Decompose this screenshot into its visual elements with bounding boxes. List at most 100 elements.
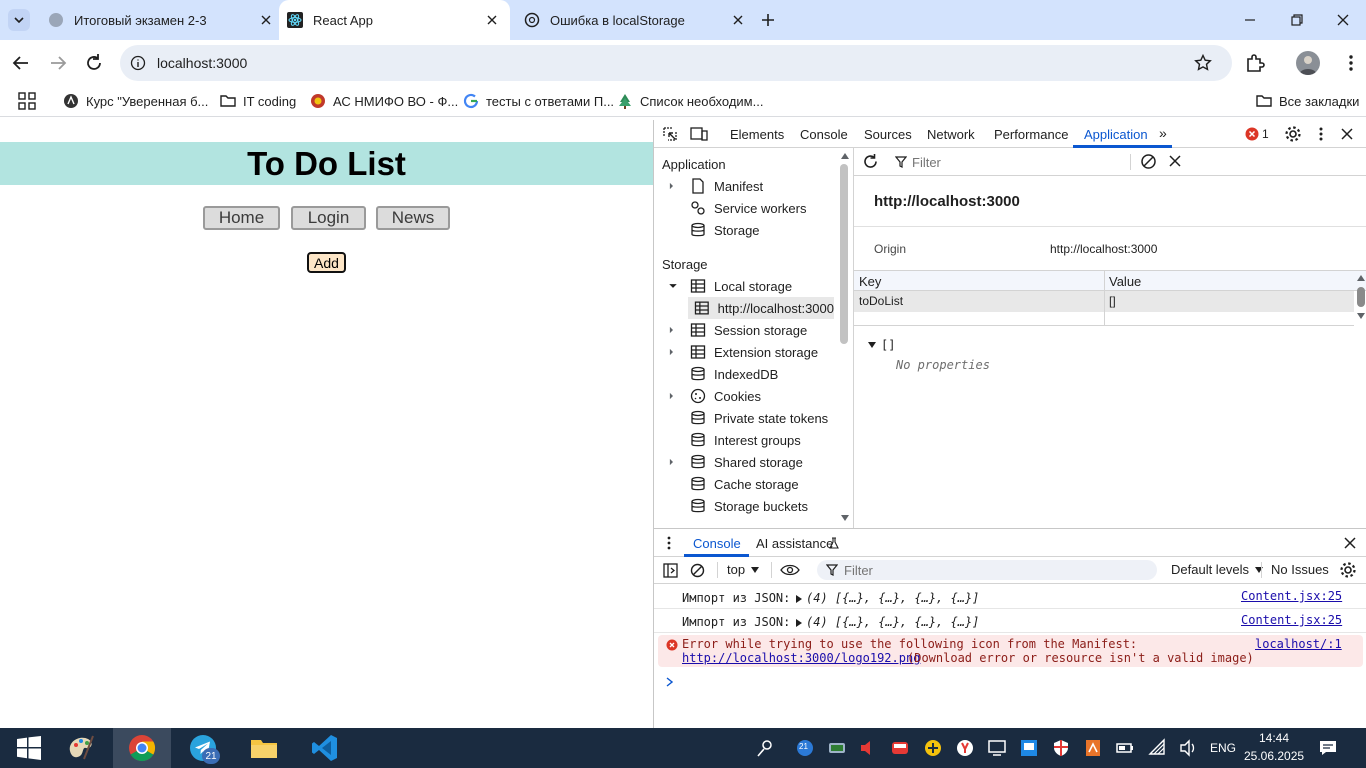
- scroll-up-icon[interactable]: [1357, 275, 1365, 281]
- new-tab-button[interactable]: [758, 10, 778, 30]
- message-source-link[interactable]: Content.jsx:25: [1241, 589, 1342, 603]
- scroll-up-icon[interactable]: [841, 153, 849, 159]
- table-scrollbar[interactable]: [1355, 273, 1366, 325]
- tree-service-workers[interactable]: Service workers: [690, 197, 806, 219]
- drawer-tab-console[interactable]: Console: [693, 536, 741, 551]
- bookmark-list[interactable]: Список необходим...: [617, 92, 763, 110]
- clear-all-icon[interactable]: [1140, 153, 1157, 170]
- all-bookmarks[interactable]: Все закладки: [1256, 92, 1359, 110]
- tree-session-storage[interactable]: Session storage: [668, 319, 807, 341]
- expand-arrow-icon[interactable]: [668, 454, 678, 470]
- network-tray-icon[interactable]: [827, 738, 847, 758]
- tree-extension-storage[interactable]: Extension storage: [668, 341, 818, 363]
- bookmark-course[interactable]: Курс "Уверенная б...: [63, 92, 208, 110]
- battery-icon[interactable]: [1115, 738, 1135, 758]
- display-app-icon[interactable]: [1019, 738, 1039, 758]
- clear-console-icon[interactable]: [690, 563, 705, 578]
- tree-cookies[interactable]: Cookies: [668, 385, 761, 407]
- settings-gear-icon[interactable]: [1284, 125, 1302, 143]
- expand-arrow-icon[interactable]: [668, 388, 678, 404]
- device-toolbar-icon[interactable]: [690, 126, 708, 142]
- volume-icon[interactable]: [1178, 738, 1198, 758]
- collapse-arrow-icon[interactable]: [668, 278, 678, 294]
- console-settings-icon[interactable]: [1339, 561, 1357, 579]
- news-button[interactable]: News: [376, 206, 450, 230]
- console-filter-input[interactable]: [844, 561, 1144, 579]
- expand-arrow-icon[interactable]: [668, 344, 678, 360]
- audio-app-icon[interactable]: [857, 738, 877, 758]
- close-devtools-icon[interactable]: [1340, 127, 1354, 141]
- error-source-link[interactable]: localhost/:1: [1255, 637, 1342, 651]
- storage-filter-input[interactable]: [912, 153, 1122, 171]
- error-count[interactable]: 1: [1262, 127, 1269, 141]
- reload-button[interactable]: [83, 52, 105, 74]
- inspect-element-icon[interactable]: [662, 126, 678, 142]
- browser-menu-button[interactable]: [1340, 52, 1362, 74]
- sidebar-scrollbar[interactable]: [840, 164, 848, 344]
- login-button[interactable]: Login: [291, 206, 366, 230]
- add-button[interactable]: Add: [307, 252, 346, 273]
- message-object[interactable]: (4) [{…}, {…}, {…}, {…}]: [806, 591, 979, 605]
- clock[interactable]: 14:44 25.06.2025: [1244, 731, 1304, 767]
- tab-localstorage-error[interactable]: Ошибка в localStorage: [524, 0, 748, 40]
- preview-root[interactable]: []: [868, 338, 895, 352]
- wifi-icon[interactable]: [1148, 738, 1168, 758]
- close-window-button[interactable]: [1333, 10, 1353, 30]
- tray-app-badge[interactable]: 21: [795, 738, 815, 758]
- tree-shared-storage[interactable]: Shared storage: [668, 451, 803, 473]
- start-button[interactable]: [0, 728, 58, 768]
- close-tab-icon[interactable]: [482, 10, 502, 30]
- apps-button[interactable]: [18, 92, 36, 110]
- refresh-icon[interactable]: [862, 153, 879, 170]
- tab-exam[interactable]: Итоговый экзамен 2-3: [48, 0, 276, 40]
- tree-indexeddb[interactable]: IndexedDB: [690, 363, 778, 385]
- tree-storage[interactable]: Storage: [690, 219, 760, 241]
- issues-count[interactable]: No Issues: [1271, 562, 1329, 577]
- shield-tray-icon[interactable]: [1051, 738, 1071, 758]
- tree-local-storage[interactable]: Local storage: [668, 275, 792, 297]
- drawer-tab-ai-assistance[interactable]: AI assistance: [756, 536, 833, 551]
- expand-arrow-icon[interactable]: [668, 178, 678, 194]
- tab-react-app[interactable]: React App: [279, 0, 510, 40]
- table-row[interactable]: toDoList []: [854, 291, 1354, 312]
- expand-arrow-icon[interactable]: [668, 322, 678, 338]
- drawer-menu-icon[interactable]: [666, 536, 672, 550]
- bookmark-it-coding[interactable]: IT coding: [220, 92, 296, 110]
- tree-interest-groups[interactable]: Interest groups: [690, 429, 801, 451]
- tree-manifest[interactable]: Manifest: [668, 175, 763, 197]
- close-tab-icon[interactable]: [256, 10, 276, 30]
- add-circle-icon[interactable]: [923, 738, 943, 758]
- close-drawer-icon[interactable]: [1344, 537, 1356, 549]
- context-selector[interactable]: top: [727, 562, 760, 577]
- tab-elements[interactable]: Elements: [730, 127, 784, 142]
- monitor-icon[interactable]: [987, 738, 1007, 758]
- console-filter[interactable]: [817, 560, 1157, 580]
- more-tabs-icon[interactable]: »: [1159, 125, 1167, 141]
- close-tab-icon[interactable]: [728, 10, 748, 30]
- tree-private-state-tokens[interactable]: Private state tokens: [690, 407, 828, 429]
- url-text[interactable]: localhost:3000: [157, 55, 247, 71]
- bookmark-tests[interactable]: тесты с ответами П...: [463, 92, 614, 110]
- notifications-icon[interactable]: [1318, 738, 1338, 758]
- row-value[interactable]: []: [1109, 294, 1116, 308]
- row-key[interactable]: toDoList: [859, 294, 903, 308]
- tree-local-origin[interactable]: http://localhost:3000: [688, 297, 834, 319]
- tab-performance[interactable]: Performance: [994, 127, 1068, 142]
- log-levels-dropdown[interactable]: Default levels: [1171, 562, 1264, 577]
- bookmark-nmifo[interactable]: АС НМИФО ВО - Ф...: [310, 92, 458, 110]
- collapse-arrow-icon[interactable]: [868, 341, 876, 349]
- yandex-icon[interactable]: [955, 738, 975, 758]
- eye-icon[interactable]: [780, 564, 800, 576]
- tree-storage-buckets[interactable]: Storage buckets: [690, 495, 808, 517]
- restore-button[interactable]: [1287, 10, 1307, 30]
- tree-cache-storage[interactable]: Cache storage: [690, 473, 799, 495]
- tab-sources[interactable]: Sources: [864, 127, 912, 142]
- taskbar-chrome[interactable]: [113, 728, 171, 768]
- transit-icon[interactable]: [890, 738, 910, 758]
- ms-office-tray-icon[interactable]: [1083, 738, 1103, 758]
- site-info-icon[interactable]: [130, 55, 146, 71]
- taskbar-vscode[interactable]: [296, 728, 354, 768]
- search-people-icon[interactable]: [755, 738, 775, 758]
- profile-avatar[interactable]: [1296, 51, 1320, 75]
- taskbar-explorer[interactable]: [235, 728, 293, 768]
